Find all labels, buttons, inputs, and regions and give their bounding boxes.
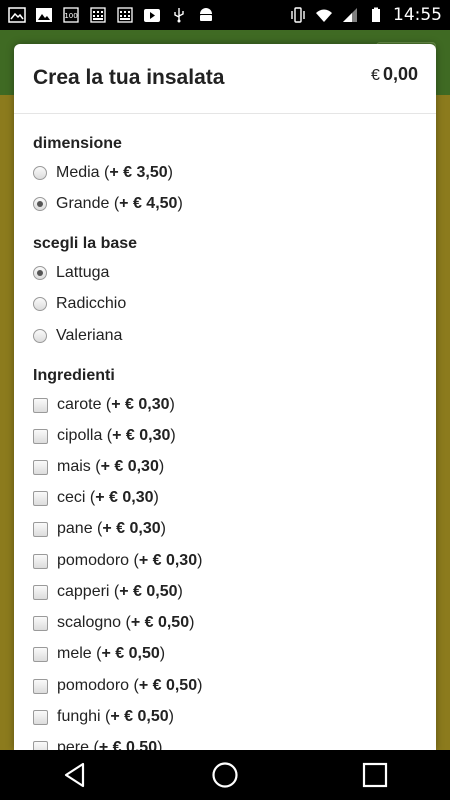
ingredient-price: + € 0,50 xyxy=(110,708,169,725)
ingredient-price: + € 0,50 xyxy=(98,739,158,750)
ingredient-price: + € 0,50 xyxy=(130,614,190,631)
wifi-icon xyxy=(315,7,333,23)
recents-button[interactable] xyxy=(345,750,405,800)
salad-builder-dialog: Crea la tua insalata €0,00 dimensione Me… xyxy=(14,44,436,750)
checkbox[interactable] xyxy=(33,740,48,750)
ingredient-price: + € 0,30 xyxy=(95,489,154,506)
radio-button[interactable] xyxy=(33,329,47,343)
checkbox[interactable] xyxy=(33,397,48,413)
ingredient-price: + € 0,30 xyxy=(102,520,161,537)
home-button[interactable] xyxy=(195,750,255,800)
ingredient-price: + € 0,30 xyxy=(112,427,171,444)
checkbox[interactable] xyxy=(33,709,48,725)
ingredient-label: pomodoro xyxy=(57,677,130,694)
option-label: Valeriana xyxy=(56,327,123,344)
section-title-ingredients: Ingredienti xyxy=(33,367,115,384)
dialog-title: Crea la tua insalata xyxy=(33,66,225,89)
section-title-base: scegli la base xyxy=(33,235,138,252)
ingredient-checkbox-item[interactable]: scalogno (+ € 0,50) xyxy=(33,614,194,632)
ingredient-price: + € 0,50 xyxy=(138,677,198,694)
radio-button[interactable] xyxy=(33,166,47,180)
back-button[interactable] xyxy=(45,750,105,800)
ingredient-price: + € 0,30 xyxy=(138,552,198,569)
section-title-size: dimensione xyxy=(33,135,122,152)
ingredient-checkbox-item[interactable]: funghi (+ € 0,50) xyxy=(33,708,174,726)
svg-text:100: 100 xyxy=(64,12,77,20)
ingredient-price: + € 0,50 xyxy=(101,645,160,662)
photo-icon xyxy=(35,7,53,23)
checkbox[interactable] xyxy=(33,584,48,600)
ingredient-checkbox-item[interactable]: carote (+ € 0,30) xyxy=(33,396,175,414)
price-amount: 0,00 xyxy=(382,64,418,84)
ingredient-label: mele xyxy=(57,645,92,662)
radio-option-size[interactable]: Media (+ € 3,50) xyxy=(33,164,173,182)
checkbox[interactable] xyxy=(33,646,48,662)
clock: 14:55 xyxy=(393,5,442,25)
option-price: + € 3,50 xyxy=(109,164,168,181)
radio-button-checked[interactable] xyxy=(33,197,47,211)
status-bar: 100 14:55 xyxy=(0,0,450,30)
option-label: Lattuga xyxy=(56,264,110,281)
option-label: Radicchio xyxy=(56,295,127,312)
currency-symbol: € xyxy=(371,67,380,84)
ingredient-label: mais xyxy=(57,458,91,475)
radio-option-base[interactable]: Radicchio xyxy=(33,295,126,313)
ingredient-label: ceci xyxy=(57,489,86,506)
checkbox[interactable] xyxy=(33,459,48,475)
radio-option-size[interactable]: Grande (+ € 4,50) xyxy=(33,195,183,213)
ingredient-label: carote xyxy=(57,396,102,413)
ingredient-checkbox-item[interactable]: mele (+ € 0,50) xyxy=(33,645,165,663)
ingredient-label: funghi xyxy=(57,708,101,725)
usb-icon xyxy=(170,7,188,23)
ingredient-label: pane xyxy=(57,520,93,537)
ingredient-price: + € 0,30 xyxy=(100,458,159,475)
vibrate-icon xyxy=(289,7,307,23)
android-icon xyxy=(197,7,215,23)
ingredient-checkbox-item[interactable]: pomodoro (+ € 0,50) xyxy=(33,677,202,695)
ingredient-checkbox-item[interactable]: ceci (+ € 0,30) xyxy=(33,489,159,507)
option-price: + € 4,50 xyxy=(119,195,178,212)
option-label: Media xyxy=(56,164,100,181)
ingredient-checkbox-item[interactable]: capperi (+ € 0,50) xyxy=(33,583,183,601)
radio-button[interactable] xyxy=(33,297,47,311)
checkbox[interactable] xyxy=(33,553,48,569)
battery-icon xyxy=(367,7,385,23)
image-icon xyxy=(8,7,26,23)
ingredient-label: capperi xyxy=(57,583,110,600)
ingredient-price: + € 0,50 xyxy=(119,583,178,600)
checkbox[interactable] xyxy=(33,490,48,506)
checkbox[interactable] xyxy=(33,678,48,694)
recents-icon xyxy=(362,762,388,788)
checkbox[interactable] xyxy=(33,521,48,537)
ingredient-label: pomodoro xyxy=(57,552,130,569)
ingredient-price: + € 0,30 xyxy=(111,396,170,413)
ingredient-checkbox-item[interactable]: cipolla (+ € 0,30) xyxy=(33,427,176,445)
radio-option-base[interactable]: Valeriana xyxy=(33,327,122,345)
signal-icon xyxy=(341,7,359,23)
radio-option-base[interactable]: Lattuga xyxy=(33,264,109,282)
ingredient-label: scalogno xyxy=(57,614,122,631)
checkbox[interactable] xyxy=(33,615,48,631)
media-icon xyxy=(143,7,161,23)
total-price: €0,00 xyxy=(371,64,418,85)
ingredient-label: cipolla xyxy=(57,427,103,444)
navigation-bar xyxy=(0,750,450,800)
dialog-header: Crea la tua insalata €0,00 xyxy=(14,44,436,114)
option-label: Grande xyxy=(56,195,110,212)
ingredient-checkbox-item[interactable]: pomodoro (+ € 0,30) xyxy=(33,552,202,570)
checkbox[interactable] xyxy=(33,428,48,444)
calculator-icon xyxy=(116,7,134,23)
ingredient-label: pere xyxy=(57,739,90,750)
calculator-icon xyxy=(89,7,107,23)
storage-100-icon: 100 xyxy=(62,7,80,23)
ingredient-checkbox-item[interactable]: mais (+ € 0,30) xyxy=(33,458,164,476)
ingredient-checkbox-item[interactable]: pane (+ € 0,30) xyxy=(33,520,166,538)
home-icon xyxy=(212,762,238,788)
ingredient-checkbox-item[interactable]: pere (+ € 0,50) xyxy=(33,739,162,750)
back-icon xyxy=(64,762,85,788)
radio-button-checked[interactable] xyxy=(33,266,47,280)
